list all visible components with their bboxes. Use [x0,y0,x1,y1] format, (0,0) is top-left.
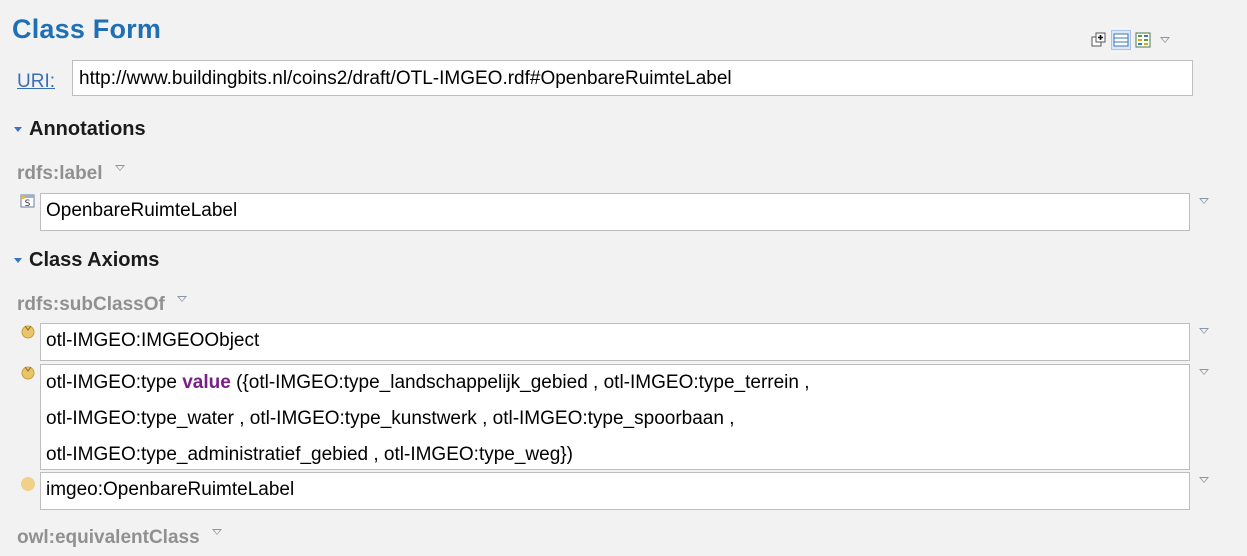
uri-field[interactable]: http://www.buildingbits.nl/coins2/draft/… [72,60,1193,96]
subclass-value-field[interactable]: imgeo:OpenbareRuimteLabel [40,472,1190,510]
annotations-section-label: Annotations [29,118,146,140]
rdfs-label-text: rdfs:label [17,163,103,184]
expand-arrow-icon[interactable] [14,127,22,132]
class-expression-icon [20,323,36,339]
property-menu-icon[interactable] [176,296,187,302]
annotations-section-header[interactable]: Annotations [14,118,146,141]
svg-text:S: S [25,199,31,209]
uri-link[interactable]: URI: [17,71,55,93]
equivalentclass-property: owl:equivalentClass [17,527,222,549]
restriction-keyword: value [182,372,231,393]
form-toolbar [1089,30,1175,50]
label-field-menu-icon[interactable] [1199,198,1209,204]
view-menu-icon[interactable] [1155,30,1175,50]
rdfs-label-property: rdfs:label [17,163,125,185]
restriction-line: otl-IMGEO:type value ({otl-IMGEO:type_la… [46,365,1184,401]
subclassof-label: rdfs:subClassOf [17,294,165,315]
subclass-value-field[interactable]: otl-IMGEO:IMGEOObject [40,323,1190,361]
equivalentclass-label: owl:equivalentClass [17,527,200,548]
label-value-field[interactable]: OpenbareRuimteLabel [40,193,1190,231]
class-axioms-section-header[interactable]: Class Axioms [14,249,159,272]
class-icon [20,476,36,492]
field-menu-icon[interactable] [1199,477,1209,483]
form-title: Class Form [12,14,162,44]
property-menu-icon[interactable] [211,529,222,535]
restriction-line: otl-IMGEO:type_administratief_gebied , o… [46,444,573,465]
class-axioms-section-label: Class Axioms [29,249,160,271]
single-column-layout-icon[interactable] [1111,30,1131,50]
class-expression-icon [20,364,36,380]
field-menu-icon[interactable] [1199,369,1209,375]
grid-layout-icon[interactable] [1133,30,1153,50]
expand-arrow-icon[interactable] [14,258,22,263]
subclass-value-field[interactable]: otl-IMGEO:type value ({otl-IMGEO:type_la… [40,364,1190,470]
restriction-property: otl-IMGEO:type [46,372,177,393]
add-widget-icon[interactable] [1089,30,1109,50]
restriction-line: otl-IMGEO:type_water , otl-IMGEO:type_ku… [46,408,735,429]
property-menu-icon[interactable] [114,165,125,171]
subclassof-property: rdfs:subClassOf [17,294,187,316]
restriction-values: ({otl-IMGEO:type_landschappelijk_gebied … [236,372,810,393]
string-literal-icon: S [20,193,36,209]
field-menu-icon[interactable] [1199,328,1209,334]
